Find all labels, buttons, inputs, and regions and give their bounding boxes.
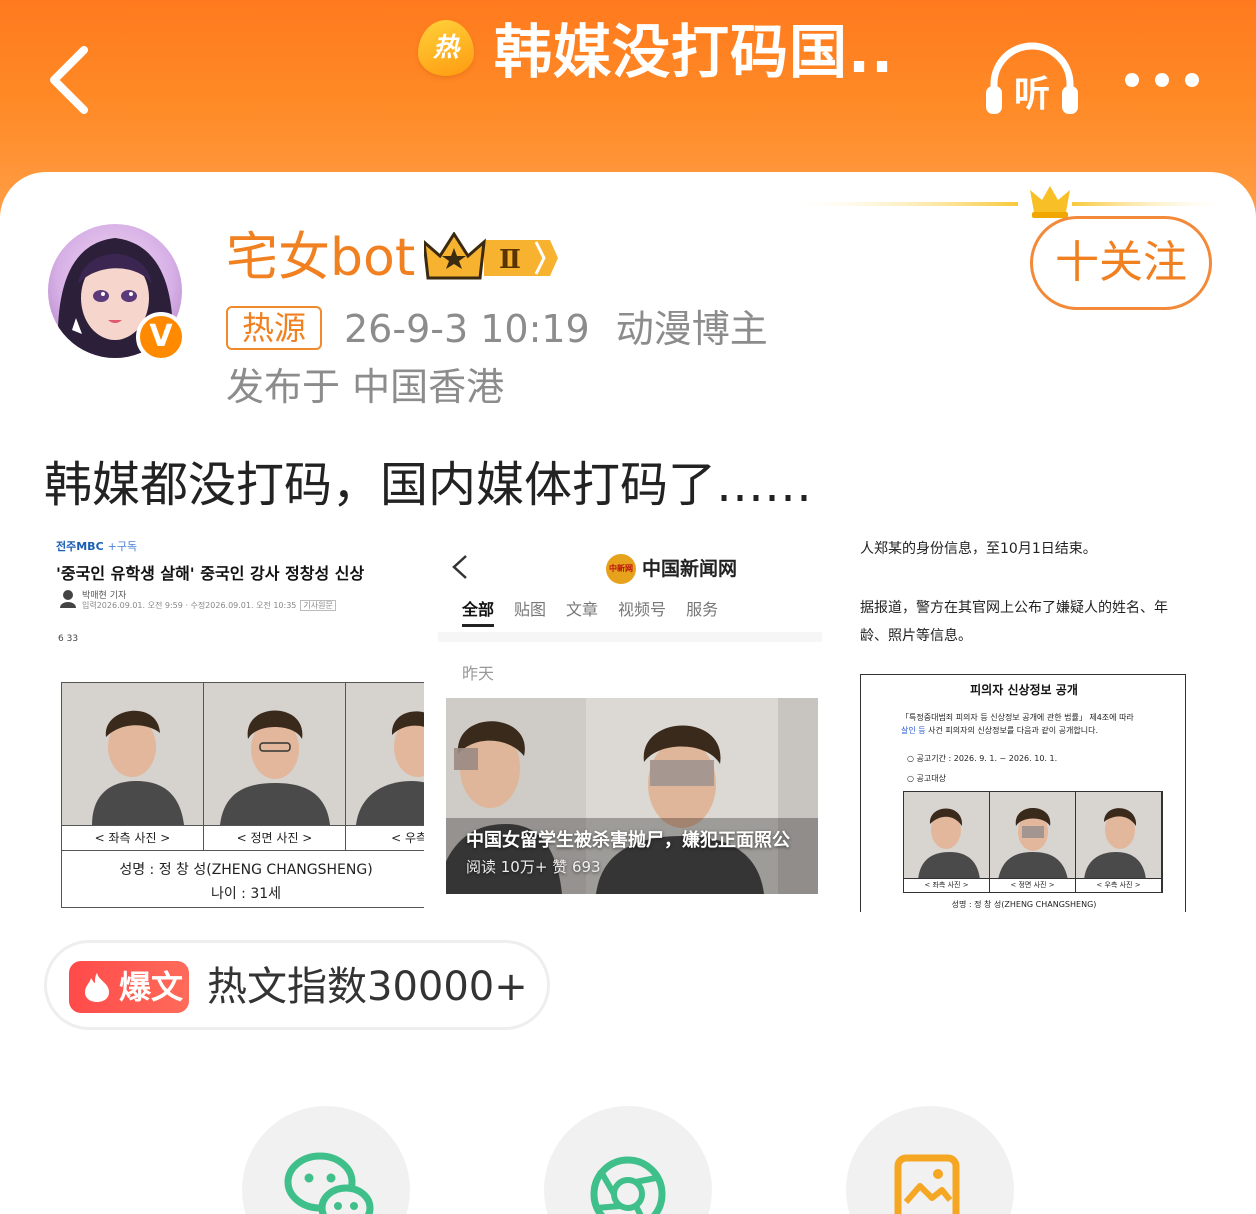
wechat-icon — [284, 1152, 374, 1214]
news-reactions: 6 33 — [58, 634, 79, 644]
news-app-topbar: 中新网 中国新闻网 全部 贴图 文章 视频号 服务 — [438, 532, 822, 632]
moments-icon — [590, 1156, 666, 1214]
post-location: 发布于 中国香港 — [226, 365, 505, 409]
notice-photo-right — [1076, 792, 1162, 878]
photo-label: < 우측 사진 > — [1076, 879, 1162, 892]
photo-labels: < 좌측 사진 > < 정면 사진 > < 우측 사 — [62, 825, 424, 851]
notice-photos — [903, 791, 1163, 879]
photo-label: < 정면 사진 > — [204, 826, 346, 850]
listen-icon: 听 — [986, 42, 1078, 115]
more-button[interactable] — [1118, 60, 1208, 100]
source-tag: 热源 — [226, 306, 322, 350]
post-timestamp: 26-9-3 10:19 — [344, 307, 590, 351]
news-stats: 阅读 10万+ 赞 693 — [466, 858, 601, 876]
suspect-photo-table: < 좌측 사진 > < 정면 사진 > < 우측 사 성명 : 정 창 성(ZH… — [61, 682, 424, 908]
back-arrow-icon — [50, 46, 88, 114]
suspect-age: 나이 : 31세 — [210, 886, 282, 902]
suspect-photo-right — [346, 683, 424, 825]
post-text: 韩媒都没打码，国内媒体打码了…… — [44, 457, 813, 513]
suspect-name: 성명 : 정 창 성(ZHENG CHANGSHENG) — [119, 862, 373, 878]
notice-period: ○ 공고기간 : 2026. 9. 1. ~ 2026. 10. 1. — [907, 754, 1058, 763]
crown-icon: Ⅱ — [422, 231, 558, 280]
author-name[interactable]: 宅女bot — [226, 226, 415, 290]
notice-photo-left — [904, 792, 990, 878]
suspect-photos — [62, 683, 424, 825]
news-site-name: 中国新闻网 — [642, 558, 738, 580]
news-source: 전주MBC +구독 — [56, 540, 138, 553]
follow-button[interactable]: 十关注 — [1030, 216, 1212, 310]
back-button[interactable] — [38, 40, 108, 120]
viral-badge-label: 爆文 — [119, 968, 184, 1006]
suspect-photo-front — [204, 683, 346, 825]
tab-services: 服务 — [686, 600, 719, 619]
tab-articles: 文章 — [566, 600, 599, 619]
tab-images: 贴图 — [514, 600, 547, 619]
svg-text:听: 听 — [1014, 74, 1050, 115]
notice-photo-labels: < 좌측 사진 > < 정면 사진 > < 우측 사진 > — [903, 879, 1163, 893]
post-image-3[interactable]: 人郑某的身份信息，至10月1日结束。 据报道，警方在其官网上公布了嫌疑人的姓名、… — [840, 532, 1210, 912]
more-icon — [1125, 73, 1199, 87]
photo-label: < 정면 사진 > — [990, 879, 1076, 892]
post-image-2[interactable]: 中新网 中国新闻网 全部 贴图 文章 视频号 服务 昨天 中国女留学生被杀害抛尸… — [438, 532, 822, 912]
police-notice: 피의자 신상정보 공개 「특정중대범죄 피의자 등 신상정보 공개에 관한 법률… — [860, 674, 1186, 912]
news-caption: 中国女留学生被杀害抛尸，嫌犯正面照公 — [466, 830, 790, 851]
tab-all: 全部 — [462, 596, 495, 627]
chevron-left-icon — [452, 555, 467, 579]
photo-label: < 좌측 사진 > — [62, 826, 204, 850]
notice-photo-front — [990, 792, 1076, 878]
tab-channels: 视频号 — [618, 600, 667, 619]
viral-badge: 爆文 — [69, 961, 189, 1013]
verified-badge: V — [136, 312, 186, 362]
news-dates: 입력2026.09.01. 오전 9:59 · 수정2026.09.01. 오전… — [82, 600, 336, 611]
flame-icon — [85, 973, 109, 1002]
notice-suspect-name: 성명 : 정 창 성(ZHENG CHANGSHENG) — [951, 900, 1097, 909]
photo-label: < 좌측 사진 > — [904, 879, 990, 892]
news-feed: 昨天 中国女留学生被杀害抛尸，嫌犯正面照公 阅读 10万+ 赞 693 — [438, 642, 822, 912]
hot-index-text: 热文指数30000+ — [207, 964, 528, 1010]
notice-law: 「특정중대범죄 피의자 등 신상정보 공개에 관한 법률」 제4조에 따라 살인 … — [901, 713, 1134, 735]
hot-index-pill[interactable]: 爆文 热文指数30000+ — [44, 940, 550, 1030]
notice-title: 피의자 신상정보 공개 — [970, 683, 1078, 697]
article-text-1: 人郑某的身份信息，至10月1日结束。 — [860, 541, 1097, 557]
feed-date: 昨天 — [462, 664, 495, 683]
listen-button[interactable]: 听 — [980, 40, 1084, 120]
suspect-photo-left — [62, 683, 204, 825]
news-photo: 中国女留学生被杀害抛尸，嫌犯正面照公 阅读 10万+ 赞 693 — [446, 698, 818, 894]
page-title: 韩媒没打码国... — [494, 18, 894, 86]
notice-target: ○ 공고대상 — [907, 774, 946, 783]
news-tabs: 全部 贴图 文章 视频号 服务 — [462, 596, 738, 627]
article-text-2: 据报道，警方在其官网上公布了嫌疑人的姓名、年龄、照片等信息。 — [860, 600, 1168, 644]
vip-level-badge: Ⅱ — [422, 231, 564, 284]
post-meta: 26-9-3 10:19 动漫博主 — [344, 302, 768, 356]
photo-label: < 우측 사 — [346, 826, 424, 850]
svg-text:Ⅱ: Ⅱ — [499, 245, 521, 275]
post-image-1[interactable]: 전주MBC +구독 '중국인 유학생 살해' 중국인 강사 정창성 신상 박매현 … — [50, 532, 424, 912]
author-role: 动漫博主 — [615, 307, 768, 351]
image-share-icon — [894, 1154, 960, 1214]
hot-topic-badge: 热 — [418, 20, 474, 76]
reporter-avatar-icon — [60, 590, 76, 608]
news-headline: '중국인 유학생 살해' 중국인 강사 정창성 신상 — [56, 564, 365, 583]
news-logo: 中新网 — [606, 554, 636, 584]
